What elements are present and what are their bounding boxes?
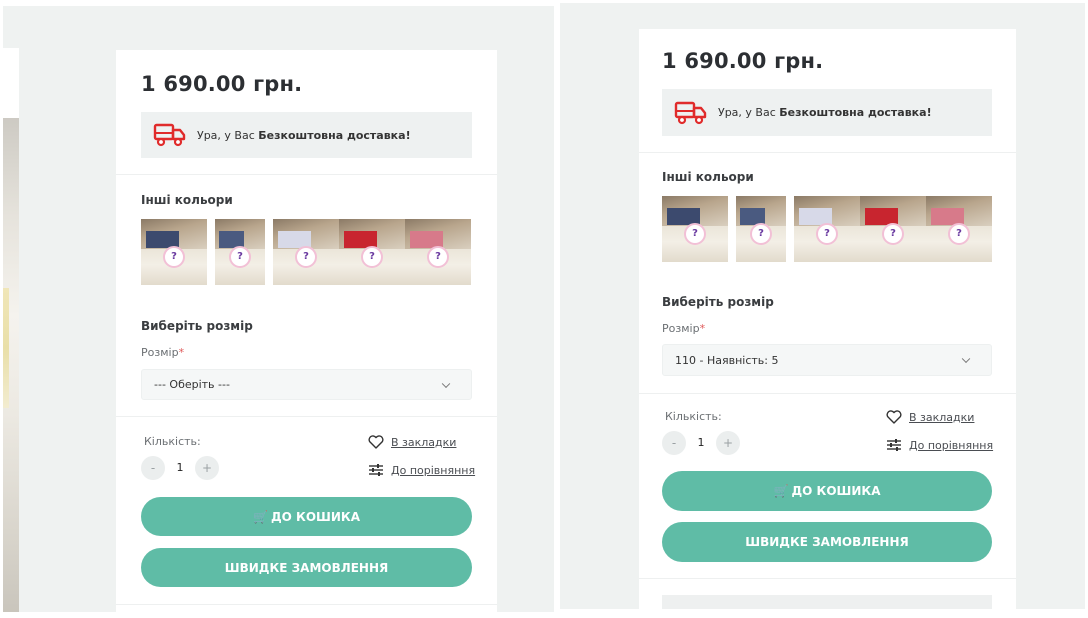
free-delivery-banner: Ура, у Вас Безкоштовна доставка! xyxy=(141,112,472,158)
add-to-cart-button[interactable]: 🛒 ДО КОШИКА xyxy=(662,471,992,511)
color-thumbnail[interactable]: ? xyxy=(926,196,992,262)
cart-icon: 🛒 xyxy=(773,484,789,498)
quick-order-label: ШВИДКЕ ЗАМОВЛЕННЯ xyxy=(224,560,389,575)
compare-link-label[interactable]: До порівняння xyxy=(909,439,993,452)
delivery-text: Ура, у Вас Безкоштовна доставка! xyxy=(197,128,411,142)
compare-sliders-icon xyxy=(885,437,903,453)
add-to-cart-label: ДО КОШИКА xyxy=(791,484,881,498)
product-photo-edge xyxy=(3,48,19,612)
heart-icon xyxy=(367,434,385,450)
brand-badge-icon: ? xyxy=(816,223,838,246)
brand-badge-icon: ? xyxy=(882,223,904,246)
compare-link-label[interactable]: До порівняння xyxy=(391,464,475,477)
product-card: 1 690.00 грн. Ура, у Вас Безкоштовна дос… xyxy=(116,50,497,612)
brand-badge-icon: ? xyxy=(684,223,706,246)
brand-badge-icon: ? xyxy=(163,246,185,269)
decrement-button[interactable]: - xyxy=(141,456,165,480)
color-thumbnail[interactable]: ? xyxy=(215,219,265,285)
color-thumbnail[interactable]: ? xyxy=(736,196,786,262)
compare-sliders-icon xyxy=(367,462,385,478)
other-colors-title: Інші кольори xyxy=(662,170,754,184)
color-thumbnail[interactable]: ? xyxy=(860,196,926,262)
size-select[interactable]: --- Оберіть --- xyxy=(141,369,472,400)
choose-size-title: Виберіть розмір xyxy=(662,295,774,309)
compare-link[interactable]: До порівняння xyxy=(885,437,993,453)
color-thumbnail[interactable]: ? xyxy=(141,219,207,285)
chevron-down-icon xyxy=(961,354,971,364)
brand-badge-icon: ? xyxy=(361,246,383,269)
quantity-label: Кількість: xyxy=(144,435,201,448)
quantity-label: Кількість: xyxy=(665,410,722,423)
brand-badge-icon: ? xyxy=(750,223,772,246)
brand-badge-icon: ? xyxy=(295,246,317,269)
quantity-stepper: - 1 + xyxy=(141,456,219,480)
chevron-down-icon xyxy=(441,379,451,388)
color-thumbnails: ? ? ? ? ? xyxy=(141,219,471,285)
brand-badge-icon: ? xyxy=(229,246,251,269)
truck-icon xyxy=(674,101,707,124)
brand-badge-icon: ? xyxy=(427,246,449,269)
increment-button[interactable]: + xyxy=(195,456,219,480)
color-thumbnail[interactable]: ? xyxy=(339,219,405,285)
bookmark-link[interactable]: В закладки xyxy=(885,409,974,425)
add-to-cart-button[interactable]: 🛒 ДО КОШИКА xyxy=(141,497,472,536)
size-label: Розмір* xyxy=(662,322,706,335)
truck-icon xyxy=(153,123,186,147)
size-select-value: 110 - Наявність: 5 xyxy=(675,353,779,367)
delivery-text: Ура, у Вас Безкоштовна доставка! xyxy=(718,106,932,119)
color-thumbnail[interactable]: ? xyxy=(273,219,339,285)
color-thumbnails: ? ? ? ? ? xyxy=(662,196,992,262)
product-card: 1 690.00 грн. Ура, у Вас Безкоштовна дос… xyxy=(639,29,1016,609)
quantity-stepper: - 1 + xyxy=(662,431,740,455)
bookmark-link-label[interactable]: В закладки xyxy=(391,436,456,449)
quick-order-button[interactable]: ШВИДКЕ ЗАМОВЛЕННЯ xyxy=(141,548,472,587)
size-label: Розмір* xyxy=(141,346,185,359)
size-select[interactable]: 110 - Наявність: 5 xyxy=(662,344,992,376)
product-panel-after: 1 690.00 грн. Ура, у Вас Безкоштовна дос… xyxy=(560,3,1085,609)
info-block-placeholder xyxy=(662,595,992,609)
decrement-button[interactable]: - xyxy=(662,431,686,455)
add-to-cart-label: ДО КОШИКА xyxy=(270,509,360,524)
price: 1 690.00 грн. xyxy=(141,72,303,96)
choose-size-title: Виберіть розмір xyxy=(141,319,253,333)
heart-icon xyxy=(885,409,903,425)
compare-link[interactable]: До порівняння xyxy=(367,462,475,478)
size-select-value: --- Оберіть --- xyxy=(154,378,230,391)
quantity-input[interactable]: 1 xyxy=(165,456,195,480)
bookmark-link[interactable]: В закладки xyxy=(367,434,456,450)
quick-order-label: ШВИДКЕ ЗАМОВЛЕННЯ xyxy=(745,535,909,549)
other-colors-title: Інші кольори xyxy=(141,193,233,207)
quantity-input[interactable]: 1 xyxy=(686,431,716,455)
brand-badge-icon: ? xyxy=(948,223,970,246)
product-panel-before: 1 690.00 грн. Ура, у Вас Безкоштовна дос… xyxy=(3,6,554,612)
price: 1 690.00 грн. xyxy=(662,49,824,73)
color-thumbnail[interactable]: ? xyxy=(405,219,471,285)
quick-order-button[interactable]: ШВИДКЕ ЗАМОВЛЕННЯ xyxy=(662,522,992,562)
color-thumbnail[interactable]: ? xyxy=(794,196,860,262)
increment-button[interactable]: + xyxy=(716,431,740,455)
cart-icon: 🛒 xyxy=(253,509,268,524)
bookmark-link-label[interactable]: В закладки xyxy=(909,411,974,424)
color-thumbnail[interactable]: ? xyxy=(662,196,728,262)
free-delivery-banner: Ура, у Вас Безкоштовна доставка! xyxy=(662,89,992,136)
